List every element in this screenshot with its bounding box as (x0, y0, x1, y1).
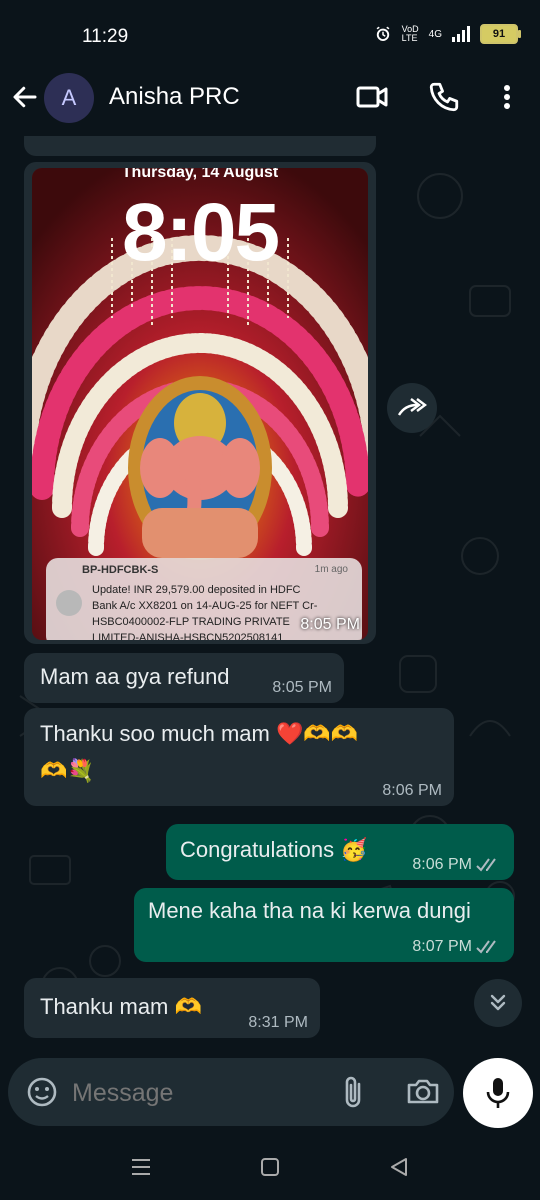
notification-age: 1m ago (314, 564, 348, 575)
attach-icon[interactable] (342, 1074, 366, 1110)
image-message-time: 8:05 PM (300, 616, 360, 633)
avatar[interactable]: A (44, 73, 94, 123)
message-input[interactable] (70, 1072, 334, 1114)
message-time: 8:06 PM (382, 782, 442, 799)
message-text: Thanku mam 🫶 (40, 994, 202, 1019)
microphone-icon (486, 1078, 510, 1108)
battery-icon: 91 (480, 24, 521, 44)
message-time: 8:07 PM (412, 938, 472, 955)
lockscreen-time: 8:05 (121, 187, 280, 278)
camera-icon[interactable] (406, 1076, 440, 1106)
home-icon[interactable] (259, 1156, 281, 1178)
image-message-bubble[interactable]: Thursday, 14 August 8:05 BP-HDFCBK-S 1m … (24, 162, 376, 644)
message-time: 8:06 PM (412, 856, 472, 873)
status-icons: VoD LTE 4G 91 (374, 24, 521, 44)
notification-app-icon (56, 590, 82, 616)
message-outgoing[interactable]: Mene kaha tha na ki kerwa dungi 8:07 PM (134, 888, 514, 962)
lockscreen-date: Thursday, 14 August (121, 168, 279, 181)
status-time: 11:29 (82, 26, 129, 47)
read-receipt-icon (476, 940, 496, 954)
more-options-icon[interactable] (490, 80, 524, 114)
chat-header: A Anisha PRC (0, 70, 540, 136)
message-incoming[interactable]: Thanku soo much mam ❤️🫶🫶 🫶💐 8:06 PM (24, 708, 454, 806)
status-bar: 11:29 VoD LTE 4G 91 (0, 0, 540, 70)
shared-screenshot-image[interactable]: Thursday, 14 August 8:05 BP-HDFCBK-S 1m … (32, 168, 368, 640)
back-icon[interactable] (388, 1156, 410, 1178)
message-text: Mene kaha tha na ki kerwa dungi (148, 898, 471, 923)
notification-sender: BP-HDFCBK-S (82, 564, 159, 576)
voice-message-button[interactable] (463, 1058, 533, 1128)
message-text-line2: 🫶💐 (40, 758, 95, 783)
menu-icon[interactable] (130, 1156, 152, 1178)
scroll-to-bottom-button[interactable] (474, 979, 522, 1027)
voice-call-icon[interactable] (427, 80, 461, 114)
signal-icon (452, 26, 470, 42)
chat-area[interactable]: Thursday, 14 August 8:05 BP-HDFCBK-S 1m … (0, 136, 540, 1056)
forward-icon (397, 398, 427, 416)
video-call-icon[interactable] (355, 80, 389, 114)
message-text: Congratulations 🥳 (180, 837, 368, 862)
message-text: Thanku soo much mam ❤️🫶🫶 (40, 721, 359, 746)
read-receipt-icon (476, 858, 496, 872)
system-navigation-bar (0, 1140, 540, 1200)
message-time: 8:05 PM (272, 679, 332, 696)
message-text: Mam aa gya refund (40, 664, 230, 689)
back-arrow-icon[interactable] (10, 82, 40, 112)
sticker-icon[interactable] (26, 1076, 58, 1108)
volte-icon: VoD LTE (401, 24, 419, 43)
alarm-icon (376, 26, 390, 41)
message-composer (8, 1058, 454, 1126)
previous-message-edge (24, 136, 376, 156)
message-outgoing[interactable]: Congratulations 🥳 8:06 PM (166, 824, 514, 880)
forward-button[interactable] (387, 383, 437, 433)
network-type: 4G (428, 28, 442, 40)
message-time: 8:31 PM (248, 1014, 308, 1031)
contact-name[interactable]: Anisha PRC (109, 83, 240, 111)
double-chevron-down-icon (490, 994, 506, 1011)
message-incoming[interactable]: Thanku mam 🫶 8:31 PM (24, 978, 320, 1038)
message-incoming[interactable]: Mam aa gya refund 8:05 PM (24, 653, 344, 703)
notification-body: Update! INR 29,579.00 deposited in HDFC … (92, 584, 318, 640)
battery-level: 91 (492, 28, 506, 40)
